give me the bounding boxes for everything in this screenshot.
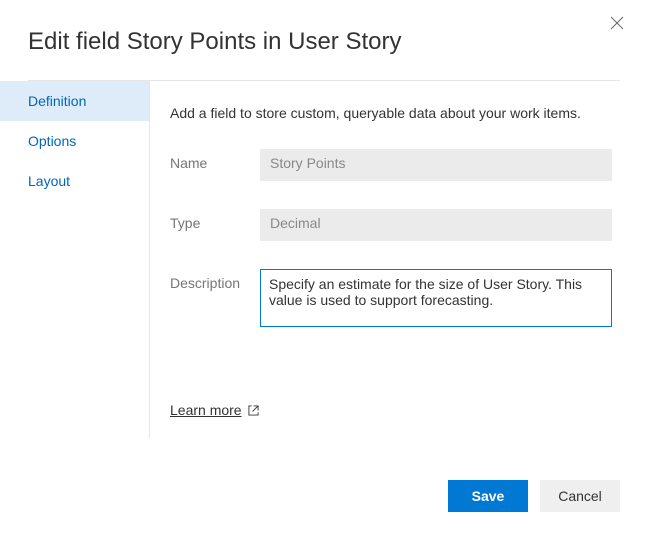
dialog-body: Definition Options Layout Add a field to… xyxy=(0,81,648,438)
sidebar: Definition Options Layout xyxy=(0,81,150,438)
sidebar-item-label: Layout xyxy=(28,173,70,189)
name-label: Name xyxy=(170,149,260,171)
type-field: Decimal xyxy=(260,209,612,241)
external-link-icon xyxy=(248,405,259,416)
sidebar-item-options[interactable]: Options xyxy=(0,121,149,161)
intro-text: Add a field to store custom, queryable d… xyxy=(170,105,612,121)
main-panel: Add a field to store custom, queryable d… xyxy=(150,81,648,438)
close-button[interactable] xyxy=(606,12,628,39)
name-field: Story Points xyxy=(260,149,612,181)
sidebar-item-label: Options xyxy=(28,133,76,149)
close-icon xyxy=(610,16,624,30)
dialog-footer: Save Cancel xyxy=(448,480,620,512)
sidebar-item-label: Definition xyxy=(28,93,86,109)
learn-more-link[interactable]: Learn more xyxy=(170,402,259,418)
dialog-title: Edit field Story Points in User Story xyxy=(0,0,648,80)
sidebar-item-layout[interactable]: Layout xyxy=(0,161,149,201)
cancel-button[interactable]: Cancel xyxy=(540,480,620,512)
save-button[interactable]: Save xyxy=(448,480,528,512)
sidebar-item-definition[interactable]: Definition xyxy=(0,81,149,121)
type-label: Type xyxy=(170,209,260,231)
field-row-description: Description xyxy=(170,269,612,330)
field-row-name: Name Story Points xyxy=(170,149,612,181)
description-input[interactable] xyxy=(260,269,612,327)
field-row-type: Type Decimal xyxy=(170,209,612,241)
description-label: Description xyxy=(170,269,260,291)
learn-more-label: Learn more xyxy=(170,402,242,418)
